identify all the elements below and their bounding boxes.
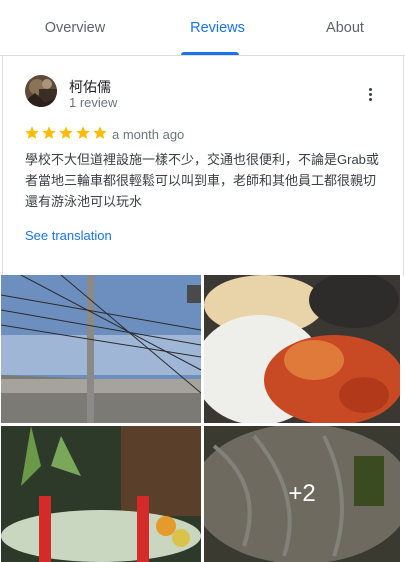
review-photo[interactable] [1,275,201,423]
active-tab-indicator [181,52,239,55]
more-vert-icon[interactable] [360,84,380,104]
avatar[interactable] [25,75,57,107]
star-icon [93,126,107,139]
star-icon [59,126,73,139]
star-icon [25,126,39,139]
tab-reviews[interactable]: Reviews [150,0,285,56]
card-right-border [403,56,404,276]
tab-bar: Overview Reviews About [0,0,405,56]
review-photo[interactable] [1,426,201,562]
card-left-border [2,56,3,276]
tab-about[interactable]: About [285,0,405,56]
review-photo[interactable] [204,275,400,423]
review-count: 1 review [69,95,118,110]
star-rating [24,125,108,141]
reviewer-name[interactable]: 柯佑儒 [69,77,111,97]
see-translation-link[interactable]: See translation [25,228,112,243]
review-text: 學校不大但道裡設施一樣不少，交通也很便利，不論是Grab或者當地三輪車都很輕鬆可… [25,152,379,209]
star-icon [42,126,56,139]
review-photo-more[interactable]: +2 [204,426,400,562]
more-photos-count: +2 [204,426,400,562]
review-date: a month ago [112,127,185,142]
tab-overview[interactable]: Overview [0,0,150,56]
star-icon [76,126,90,139]
